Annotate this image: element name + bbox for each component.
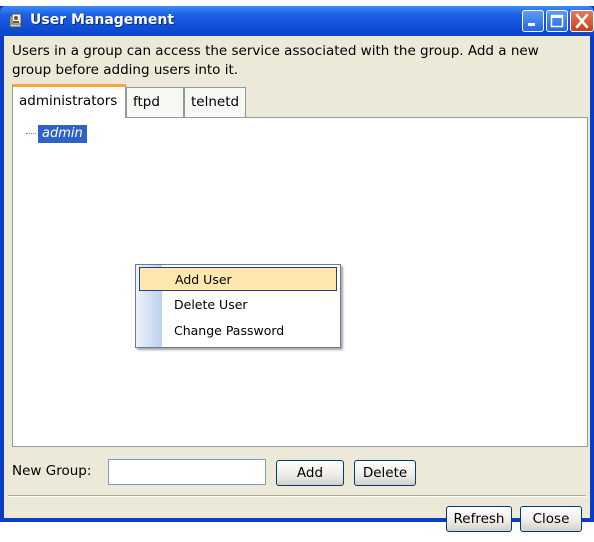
minimize-icon <box>528 23 535 26</box>
new-group-label: New Group: <box>12 463 92 479</box>
close-icon <box>575 13 589 29</box>
maximize-button[interactable] <box>546 10 568 32</box>
tree-node-user[interactable]: admin <box>38 125 87 143</box>
new-group-input[interactable] <box>108 459 266 485</box>
user-management-window: User Management Users in a group can acc… <box>0 6 594 532</box>
title-bar[interactable]: User Management <box>0 6 594 36</box>
close-window-button[interactable] <box>570 10 594 32</box>
tab-administrators[interactable]: administrators <box>12 84 126 118</box>
tab-telnetd[interactable]: telnetd <box>184 87 246 117</box>
tab-ftpd[interactable]: ftpd <box>126 87 184 117</box>
app-icon <box>8 13 24 29</box>
tree-connector <box>26 133 36 134</box>
menu-item-change-password[interactable]: Change Password <box>162 319 338 343</box>
close-button[interactable]: Close <box>520 506 582 532</box>
delete-group-button[interactable]: Delete <box>354 460 416 486</box>
description-line-2: group before adding users into it. <box>12 62 239 78</box>
minimize-button[interactable] <box>522 10 544 32</box>
tab-label: administrators <box>19 93 118 109</box>
tab-label: ftpd <box>133 94 160 110</box>
window-title: User Management <box>30 12 175 28</box>
refresh-button[interactable]: Refresh <box>446 506 512 532</box>
menu-item-delete-user[interactable]: Delete User <box>162 293 338 317</box>
window-client-area: Users in a group can access the service … <box>4 36 590 532</box>
context-menu: Add User Delete User Change Password <box>135 264 341 348</box>
tab-label: telnetd <box>191 94 240 110</box>
add-group-button[interactable]: Add <box>276 460 344 486</box>
description-text: Users in a group can access the service … <box>12 42 582 80</box>
menu-item-add-user[interactable]: Add User <box>139 267 337 291</box>
footer-separator <box>8 495 586 497</box>
description-line-1: Users in a group can access the service … <box>12 43 539 59</box>
maximize-icon <box>550 14 564 28</box>
